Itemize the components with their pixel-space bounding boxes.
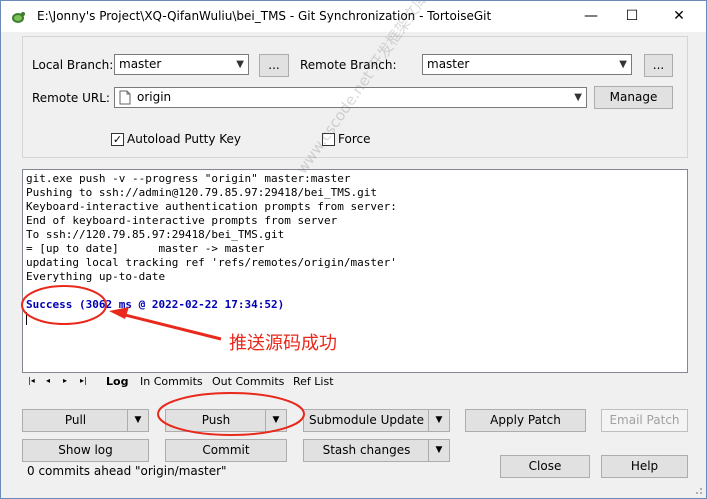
chevron-down-icon: ▼ [619, 59, 627, 70]
pull-label: Pull [64, 413, 87, 427]
chevron-down-icon: ▼ [574, 92, 582, 103]
local-branch-combo[interactable]: master ▼ [114, 54, 249, 75]
prev-tab-icon[interactable]: ◂ [46, 376, 50, 385]
output-tabs: |◂ ◂ ▸ ▸| Log In Commits Out Commits Ref… [22, 373, 688, 391]
show-log-button[interactable]: Show log [22, 439, 149, 462]
log-line: End of keyboard-interactive prompts from… [26, 214, 338, 227]
commit-button[interactable]: Commit [165, 439, 287, 462]
apply-patch-button[interactable]: Apply Patch [465, 409, 586, 432]
remote-url-label: Remote URL: [32, 91, 110, 105]
text-cursor [26, 312, 27, 325]
next-tab-icon[interactable]: ▸ [63, 376, 67, 385]
stash-changes-button[interactable]: Stash changes ▼ [303, 439, 450, 462]
document-icon [119, 90, 131, 105]
force-label: Force [338, 132, 371, 146]
local-branch-value: master [119, 57, 162, 71]
remote-branch-browse-button[interactable]: ... [644, 54, 673, 77]
title-bar[interactable]: E:\Jonny's Project\XQ-QifanWuliu\bei_TMS… [1, 1, 706, 32]
chevron-down-icon[interactable]: ▼ [265, 410, 286, 431]
tortoisegit-app-icon [12, 12, 25, 23]
log-line: To ssh://120.79.85.97:29418/bei_TMS.git [26, 228, 285, 241]
remote-branch-combo[interactable]: master ▼ [422, 54, 632, 75]
log-line: = [up to date] master -> master [26, 242, 265, 255]
tab-out-commits[interactable]: Out Commits [212, 375, 284, 388]
tab-ref-list[interactable]: Ref List [293, 375, 334, 388]
minimize-button[interactable]: — [568, 1, 614, 32]
log-line: Keyboard-interactive authentication prom… [26, 200, 397, 213]
first-tab-icon[interactable]: |◂ [28, 376, 35, 385]
push-button[interactable]: Push ▼ [165, 409, 287, 432]
push-label: Push [201, 413, 231, 427]
stash-changes-label: Stash changes [322, 443, 411, 457]
autoload-putty-key-checkbox[interactable]: ✓ [111, 133, 124, 146]
log-line: Everything up-to-date [26, 270, 166, 283]
chevron-down-icon[interactable]: ▼ [428, 410, 449, 431]
manage-button[interactable]: Manage [594, 86, 673, 109]
log-success-line: Success (3062 ms @ 2022-02-22 17:34:52) [26, 298, 285, 311]
close-window-button[interactable]: ✕ [656, 1, 702, 32]
local-branch-label: Local Branch: [32, 58, 114, 72]
last-tab-icon[interactable]: ▸| [80, 376, 87, 385]
tab-in-commits[interactable]: In Commits [140, 375, 203, 388]
tab-log[interactable]: Log [106, 375, 128, 388]
chevron-down-icon[interactable]: ▼ [428, 440, 449, 461]
git-output-log[interactable]: git.exe push -v --progress "origin" mast… [22, 169, 688, 373]
close-button[interactable]: Close [500, 455, 590, 478]
remote-branch-value: master [427, 57, 470, 71]
log-line: updating local tracking ref 'refs/remote… [26, 256, 397, 269]
local-branch-browse-button[interactable]: ... [259, 54, 289, 77]
pull-button[interactable]: Pull ▼ [22, 409, 149, 432]
autoload-putty-key-label: Autoload Putty Key [127, 132, 242, 146]
chevron-down-icon[interactable]: ▼ [127, 410, 148, 431]
chevron-down-icon: ▼ [236, 59, 244, 70]
resize-grip-icon[interactable] [693, 485, 703, 495]
status-text: 0 commits ahead "origin/master" [27, 464, 227, 478]
maximize-button[interactable]: ☐ [609, 1, 655, 32]
submodule-update-label: Submodule Update [308, 413, 425, 427]
remote-url-value: origin [137, 90, 172, 104]
help-button[interactable]: Help [601, 455, 688, 478]
git-sync-window: E:\Jonny's Project\XQ-QifanWuliu\bei_TMS… [0, 0, 707, 499]
log-line: Pushing to ssh://admin@120.79.85.97:2941… [26, 186, 377, 199]
submodule-update-button[interactable]: Submodule Update ▼ [303, 409, 450, 432]
email-patch-button[interactable]: Email Patch [601, 409, 688, 432]
annotation-text: 推送源码成功 [229, 333, 337, 354]
